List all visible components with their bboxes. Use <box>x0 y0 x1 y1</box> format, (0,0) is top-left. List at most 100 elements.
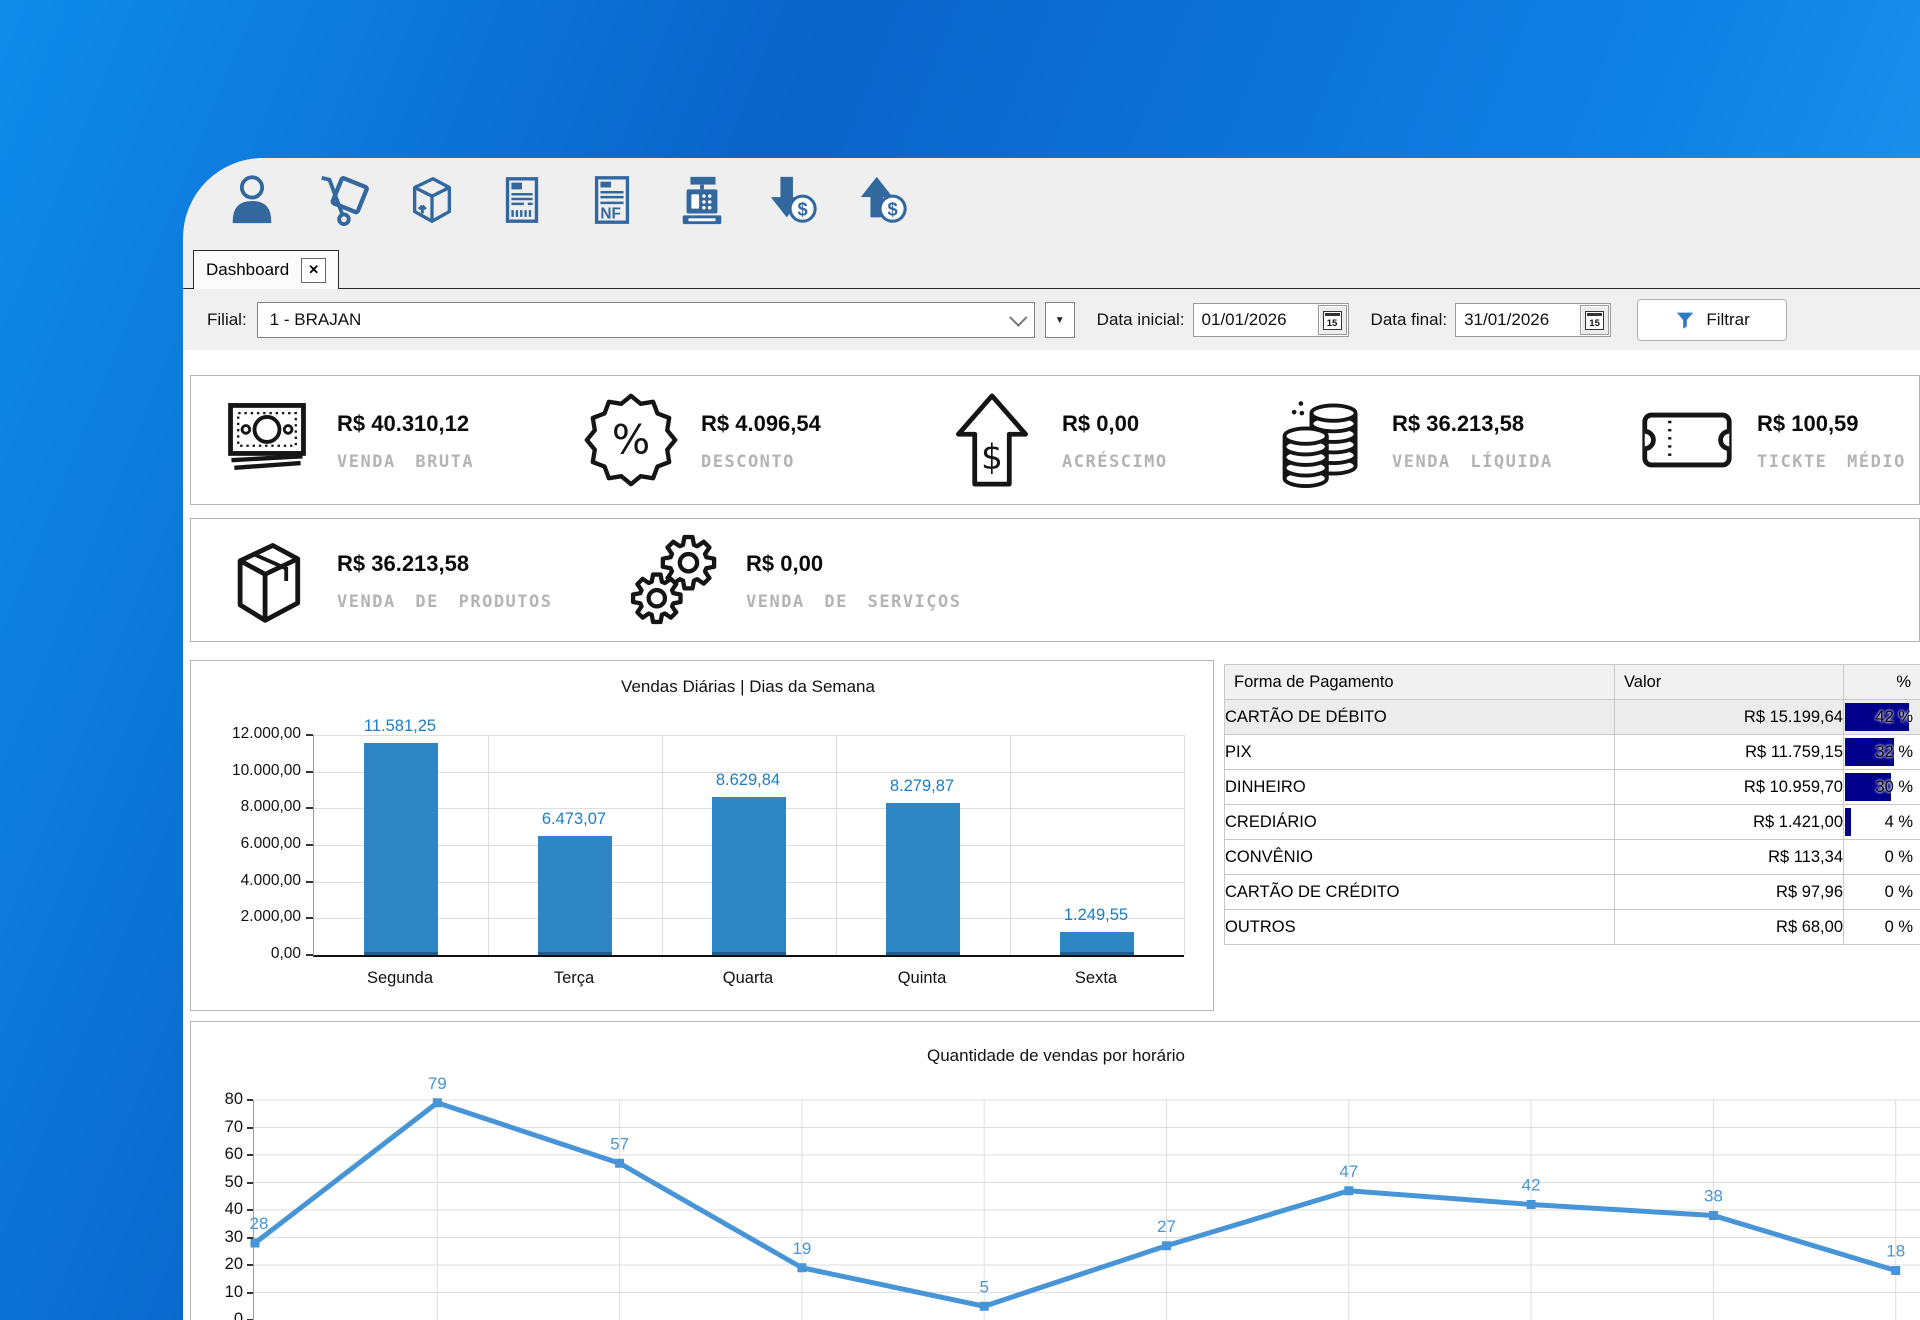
payment-row-cart-o-de-d-bito[interactable]: CARTÃO DE DÉBITOR$ 15.199,6442 % <box>1225 700 1920 735</box>
payment-value: R$ 10.959,70 <box>1615 770 1844 805</box>
kpi-venda-de-produtos: R$ 36.213,58VENDA DE PRODUTOS <box>219 519 553 641</box>
data-inicial-calendar-button[interactable]: 15 <box>1318 305 1347 335</box>
bar-xtick-label: Terça <box>487 969 661 988</box>
tab-dashboard[interactable]: Dashboard ✕ <box>193 250 339 289</box>
invoice-icon[interactable] <box>495 173 549 227</box>
tab-dashboard-label: Dashboard <box>206 260 289 280</box>
payment-row-dinheiro[interactable]: DINHEIROR$ 10.959,7030 % <box>1225 770 1920 805</box>
bar-gridline-v <box>488 735 489 955</box>
payment-row-pix[interactable]: PIXR$ 11.759,1532 % <box>1225 735 1920 770</box>
filtrar-button[interactable]: Filtrar <box>1637 299 1787 341</box>
payment-value: R$ 68,00 <box>1615 910 1844 945</box>
payment-method: CREDIÁRIO <box>1225 805 1615 840</box>
data-inicial-field[interactable]: 01/01/2026 15 <box>1193 303 1349 337</box>
kpi-label: VENDA DE SERVIÇOS <box>746 592 962 612</box>
kpi-panel-top: R$ 40.310,12VENDA BRUTA%R$ 4.096,54DESCO… <box>190 375 1920 505</box>
percent-label: 0 % <box>1885 875 1913 909</box>
money-out-icon[interactable]: $ <box>855 173 909 227</box>
line-ytick-label: 80 <box>191 1090 243 1109</box>
filial-select[interactable]: 1 - BRAJAN <box>257 302 1035 338</box>
payment-method: PIX <box>1225 735 1615 770</box>
bar-gridline-v <box>836 735 837 955</box>
payment-value: R$ 15.199,64 <box>1615 700 1844 735</box>
bar-ytick-mark <box>306 881 313 883</box>
filial-dropdown-button[interactable]: ▼ <box>1045 302 1075 338</box>
bar-xtick-label: Quarta <box>661 969 835 988</box>
payment-method: DINHEIRO <box>1225 770 1615 805</box>
line-point-label: 47 <box>1339 1162 1358 1181</box>
kpi-panel-bottom: R$ 36.213,58VENDA DE PRODUTOS R$ 0,00 VEND… <box>190 518 1920 642</box>
line-point <box>1527 1200 1536 1209</box>
kpi-venda-l-quida: R$ 36.213,58VENDA LÍQUIDA <box>1274 376 1553 504</box>
line-ytick-mark <box>247 1182 253 1184</box>
kpi-value: R$ 40.310,12 <box>337 411 474 437</box>
tab-close-icon[interactable]: ✕ <box>301 258 326 283</box>
data-inicial-label: Data inicial: <box>1097 310 1185 330</box>
payment-row-cart-o-de-cr-dito[interactable]: CARTÃO DE CRÉDITOR$ 97,960 % <box>1225 875 1920 910</box>
nf-document-icon[interactable]: NF <box>585 173 639 227</box>
line-ytick-mark <box>247 1099 253 1101</box>
hourly-sales-line-chart: Quantidade de vendas por horário 2879571… <box>190 1021 1920 1320</box>
data-final-value: 31/01/2026 <box>1456 310 1580 330</box>
bar-value-label: 6.473,07 <box>487 810 661 829</box>
bar-chart-title: Vendas Diárias | Dias da Semana <box>313 677 1183 697</box>
ticket-icon <box>1639 389 1735 491</box>
desktop-background: NF $ $ Dashboard ✕ Filial: 1 - BRAJAN ▼ Da… <box>0 0 1920 1320</box>
kpi-label: VENDA LÍQUIDA <box>1392 452 1553 472</box>
filial-selected-value: 1 - BRAJAN <box>270 310 362 330</box>
main-toolbar: NF $ $ <box>183 158 1920 242</box>
line-point <box>1891 1266 1900 1275</box>
package-icon[interactable] <box>405 173 459 227</box>
arrow-up-dollar-icon: $ <box>944 389 1040 491</box>
svg-text:$: $ <box>798 198 808 219</box>
payment-value: R$ 97,96 <box>1615 875 1844 910</box>
bar-quarta <box>712 797 786 955</box>
line-point-label: 57 <box>610 1134 629 1153</box>
cash-register-icon[interactable] <box>675 173 729 227</box>
data-inicial-value: 01/01/2026 <box>1194 310 1318 330</box>
bar-ytick-mark <box>306 954 313 956</box>
payment-percent-cell: 32 % <box>1844 735 1920 770</box>
bar-ytick-mark <box>306 917 313 919</box>
line-point-label: 19 <box>792 1239 811 1258</box>
dashboard-content: R$ 40.310,12VENDA BRUTA%R$ 4.096,54DESCO… <box>183 350 1920 1320</box>
line-point-label: 28 <box>250 1214 269 1233</box>
filial-label: Filial: <box>207 310 247 330</box>
kpi-venda-bruta: R$ 40.310,12VENDA BRUTA <box>219 376 474 504</box>
bar-value-label: 8.279,87 <box>835 777 1009 796</box>
payment-row-outros[interactable]: OUTROSR$ 68,000 % <box>1225 910 1920 945</box>
line-ytick-mark <box>247 1237 253 1239</box>
data-final-field[interactable]: 31/01/2026 15 <box>1455 303 1611 337</box>
payment-method: CONVÊNIO <box>1225 840 1615 875</box>
chevron-down-icon <box>1009 308 1027 326</box>
kpi-value: R$ 0,00 <box>1062 411 1168 437</box>
payment-percent-cell: 42 % <box>1844 700 1920 735</box>
bar-ytick-label: 4.000,00 <box>191 872 301 890</box>
payment-method: CARTÃO DE DÉBITO <box>1225 700 1615 735</box>
bar-xtick-label: Sexta <box>1009 969 1183 988</box>
payment-row-conv-nio[interactable]: CONVÊNIOR$ 113,340 % <box>1225 840 1920 875</box>
payment-methods-table: Forma de PagamentoValor%CARTÃO DE DÉBITO… <box>1224 664 1920 1009</box>
bar-segunda <box>364 743 438 955</box>
bar-ytick-label: 0,00 <box>191 945 301 963</box>
kpi-tickte-m-dio: R$ 100,59TICKTE MÉDIO <box>1639 376 1906 504</box>
payment-row-credi-rio[interactable]: CREDIÁRIOR$ 1.421,004 % <box>1225 805 1920 840</box>
calendar-icon: 15 <box>1585 311 1604 330</box>
money-in-icon[interactable]: $ <box>765 173 819 227</box>
trolley-icon[interactable] <box>315 173 369 227</box>
kpi-value: R$ 0,00 <box>746 551 962 577</box>
kpi-label: ACRÉSCIMO <box>1062 452 1168 472</box>
svg-text:%: % <box>612 416 650 463</box>
percent-label: 0 % <box>1885 840 1913 874</box>
bar-value-label: 8.629,84 <box>661 771 835 790</box>
person-icon[interactable] <box>225 173 279 227</box>
payment-method: OUTROS <box>1225 910 1615 945</box>
payment-percent-cell: 0 % <box>1844 875 1920 910</box>
bar-ytick-label: 6.000,00 <box>191 835 301 853</box>
data-final-calendar-button[interactable]: 15 <box>1580 305 1609 335</box>
product-box-icon <box>219 529 315 631</box>
line-ytick-label: 0 <box>191 1310 243 1320</box>
line-ytick-mark <box>247 1292 253 1294</box>
svg-text:NF: NF <box>600 205 621 222</box>
bar-xtick-label: Quinta <box>835 969 1009 988</box>
